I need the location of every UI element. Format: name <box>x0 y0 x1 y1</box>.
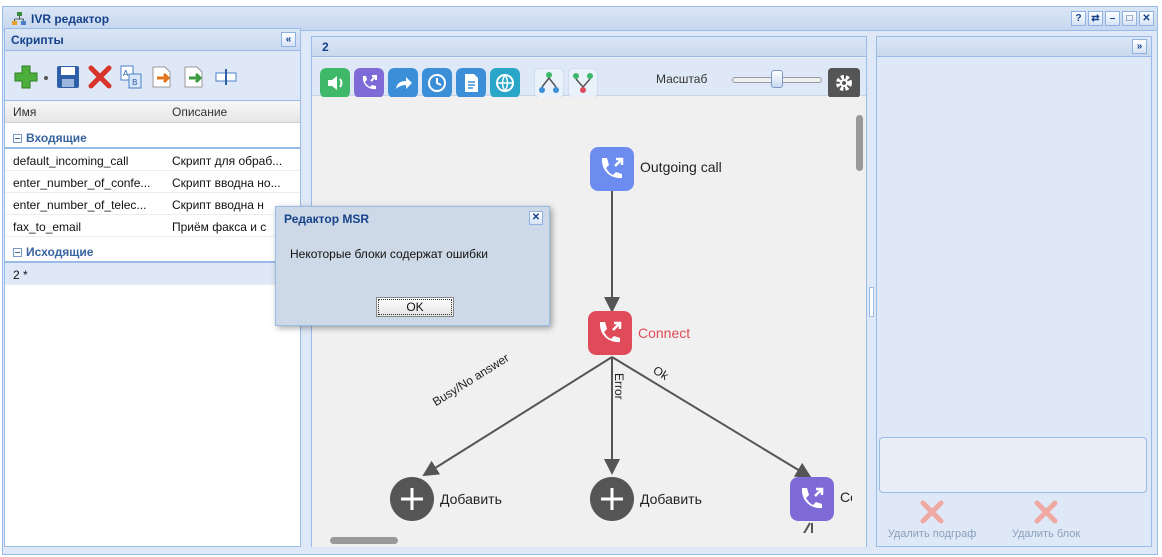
editor-panel-header: 2 <box>312 37 866 57</box>
horizontal-scrollbar[interactable] <box>312 533 852 547</box>
column-name-header[interactable]: Имя <box>13 105 36 119</box>
group-incoming[interactable]: Входящие <box>5 123 300 149</box>
script-description: Скрипт вводна но... <box>172 176 281 190</box>
scripts-grid-header: Имя Описание <box>5 101 300 123</box>
ok-button[interactable]: OK <box>376 297 454 317</box>
redirect-icon[interactable] <box>388 68 418 98</box>
delete-block-icon <box>1034 500 1058 524</box>
delete-icon[interactable] <box>87 64 113 90</box>
table-row[interactable]: default_incoming_call Скрипт для обраб..… <box>5 149 300 171</box>
edge-line <box>611 356 812 479</box>
web-request-icon[interactable] <box>490 68 520 98</box>
settings-gear-icon[interactable] <box>828 68 860 98</box>
time-routing-icon[interactable] <box>422 68 452 98</box>
export-icon[interactable] <box>181 64 207 90</box>
properties-icon[interactable] <box>213 64 239 90</box>
call-block-icon[interactable] <box>354 68 384 98</box>
add-block-label: Добавить <box>640 491 702 507</box>
horizontal-scroll-thumb[interactable] <box>330 537 398 544</box>
expand-right-button[interactable]: » <box>1132 39 1147 54</box>
edge-line <box>422 356 613 477</box>
delete-subgraph-button[interactable]: Удалить подграф <box>887 499 977 540</box>
window-tools: ? ⇄ – □ ✕ <box>1071 11 1154 26</box>
delete-block-button[interactable]: Удалить блок <box>1001 499 1091 540</box>
play-sound-icon[interactable] <box>320 68 350 98</box>
document-block-icon[interactable] <box>456 68 486 98</box>
script-name: fax_to_email <box>13 220 82 234</box>
table-row[interactable]: fax_to_email Приём факса и с <box>5 215 300 237</box>
graph-layout-icon[interactable] <box>568 68 598 98</box>
properties-panel-header: » <box>877 37 1151 57</box>
panel-splitter[interactable] <box>869 287 874 317</box>
import-icon[interactable] <box>149 64 175 90</box>
script-name: default_incoming_call <box>13 154 129 168</box>
add-block-label: Добавить <box>440 491 502 507</box>
connect-icon[interactable] <box>588 311 632 355</box>
dialog-header: Редактор MSR ✕ <box>276 207 549 229</box>
scripts-panel: Скрипты « A B Имя Описание Входящие defa… <box>4 28 301 547</box>
scale-slider-thumb[interactable] <box>771 70 783 88</box>
add-block-icon[interactable] <box>590 477 634 521</box>
group-label: Исходящие <box>26 245 94 259</box>
add-dropdown-icon[interactable] <box>41 64 51 90</box>
tree-layout-icon[interactable] <box>534 68 564 98</box>
svg-text:B: B <box>132 78 138 87</box>
add-block-icon[interactable] <box>390 477 434 521</box>
dialog-close-icon[interactable]: ✕ <box>529 211 543 225</box>
group-label: Входящие <box>26 131 87 145</box>
column-description-header[interactable]: Описание <box>172 105 227 119</box>
collapse-group-icon[interactable] <box>13 248 22 257</box>
group-outgoing[interactable]: Исходящие <box>5 237 300 263</box>
outgoing-call-icon[interactable] <box>590 147 634 191</box>
node-label: Outgoing call <box>640 159 722 175</box>
delete-block-label: Удалить блок <box>1011 528 1081 540</box>
table-row[interactable]: enter_number_of_confe... Скрипт вводна н… <box>5 171 300 193</box>
editor-tab-title: 2 <box>322 40 329 54</box>
vertical-scrollbar[interactable] <box>852 97 866 533</box>
dialog-message: Некоторые блоки содержат ошибки <box>290 247 488 261</box>
collapse-group-icon[interactable] <box>13 134 22 143</box>
scripts-toolbar: A B <box>5 51 300 101</box>
error-dialog: Редактор MSR ✕ Некоторые блоки содержат … <box>275 206 550 326</box>
scripts-panel-header: Скрипты « <box>5 29 300 51</box>
maximize-button[interactable]: □ <box>1122 11 1137 26</box>
table-row[interactable]: 2 * <box>5 263 300 285</box>
svg-text:A: A <box>123 69 129 78</box>
app-logo-icon <box>12 12 26 25</box>
properties-box <box>879 437 1147 493</box>
dialog-title: Редактор MSR <box>284 212 370 226</box>
scripts-panel-title: Скрипты <box>11 33 64 47</box>
connect-icon[interactable] <box>790 477 834 521</box>
save-icon[interactable] <box>55 64 81 90</box>
help-button[interactable]: ? <box>1071 11 1086 26</box>
block-toolbar: Масштаб <box>312 58 866 98</box>
script-name: enter_number_of_telec... <box>13 198 147 212</box>
vertical-scroll-thumb[interactable] <box>856 115 863 171</box>
edge-label: Error <box>612 373 626 400</box>
collapse-left-button[interactable]: « <box>281 32 296 47</box>
window-title: IVR редактор <box>31 12 110 26</box>
add-icon[interactable] <box>13 64 39 90</box>
script-description: Скрипт для обраб... <box>172 154 283 168</box>
scale-label: Масштаб <box>656 72 708 86</box>
minimize-button[interactable]: – <box>1105 11 1120 26</box>
script-name: 2 * <box>13 268 28 282</box>
properties-panel: » Удалить подграф Удалить блок <box>876 36 1152 547</box>
table-row[interactable]: enter_number_of_telec... Скрипт вводна н <box>5 193 300 215</box>
rename-icon[interactable]: A B <box>119 64 143 90</box>
refresh-button[interactable]: ⇄ <box>1088 11 1103 26</box>
node-label: Connect <box>638 325 691 341</box>
script-name: enter_number_of_confe... <box>13 176 151 190</box>
delete-subgraph-label: Удалить подграф <box>887 528 977 540</box>
delete-subgraph-icon <box>920 500 944 524</box>
close-window-button[interactable]: ✕ <box>1139 11 1154 26</box>
